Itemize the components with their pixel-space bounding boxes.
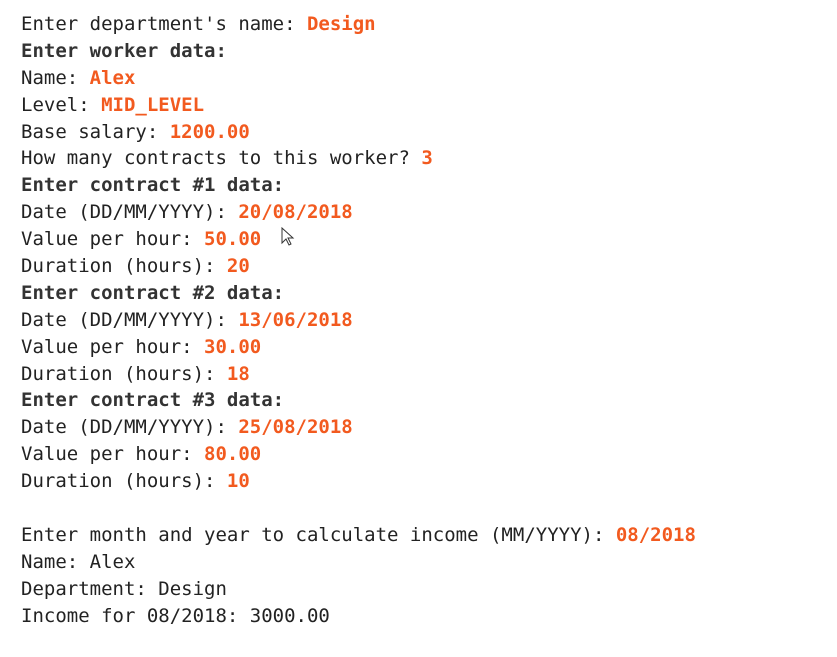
console-user-input: 10 — [226, 470, 250, 493]
console-prompt: Date (DD/MM/YYYY): — [21, 308, 239, 331]
console-prompt: Enter contract #3 data: — [21, 389, 285, 412]
console-user-input: 13/06/2018 — [238, 308, 353, 331]
console-prompt: Department: Design — [21, 577, 227, 600]
console-output: Enter department's name: Design Enter wor… — [21, 11, 696, 629]
console-prompt: Date (DD/MM/YYYY): — [21, 416, 239, 439]
console-prompt: Date (DD/MM/YYYY): — [21, 201, 239, 224]
console-prompt: Enter contract #2 data: — [21, 281, 285, 304]
console-line: Duration (hours): 10 — [21, 468, 696, 495]
console-line: Duration (hours): 20 — [21, 253, 696, 280]
console-prompt: Income for 08/2018: 3000.00 — [21, 604, 330, 627]
console-line: Enter contract #1 data: — [21, 172, 696, 199]
console-line: Value per hour: 30.00 — [21, 334, 696, 361]
console-line: Level: MID_LEVEL — [21, 92, 696, 119]
console-prompt: Level: — [21, 93, 102, 116]
console-user-input: MID_LEVEL — [101, 93, 205, 116]
console-line: Department: Design — [21, 576, 696, 603]
console-line: Enter department's name: Design — [21, 11, 696, 38]
console-user-input: 3 — [421, 147, 433, 170]
console-user-input: 80.00 — [204, 443, 262, 466]
console-line: Duration (hours): 18 — [21, 361, 696, 388]
console-user-input: 25/08/2018 — [238, 416, 353, 439]
console-line: Date (DD/MM/YYYY): 13/06/2018 — [21, 307, 696, 334]
console-prompt: Name: Alex — [21, 550, 136, 573]
console-prompt: Enter worker data: — [21, 39, 227, 62]
console-line: Enter contract #3 data: — [21, 387, 696, 414]
console-line: Name: Alex — [21, 549, 696, 576]
console-line: Value per hour: 80.00 — [21, 441, 696, 468]
console-user-input: 08/2018 — [615, 523, 696, 546]
console-user-input: 20/08/2018 — [238, 201, 353, 224]
console-user-input: Alex — [89, 66, 136, 89]
console-prompt: Value per hour: — [21, 228, 205, 251]
console-line: Enter contract #2 data: — [21, 280, 696, 307]
console-prompt: Duration (hours): — [21, 470, 227, 493]
console-user-input: 50.00 — [204, 228, 262, 251]
console-prompt: Name: — [21, 66, 90, 89]
console-prompt: Base salary: — [21, 120, 170, 143]
console-line: Enter month and year to calculate income… — [21, 522, 696, 549]
console-prompt: Duration (hours): — [21, 255, 227, 278]
console-line: Enter worker data: — [21, 38, 696, 65]
console-line: How many contracts to this worker? 3 — [21, 145, 696, 172]
console-prompt: Enter month and year to calculate income… — [21, 523, 616, 546]
console-line: Base salary: 1200.00 — [21, 119, 696, 146]
mouse-pointer-icon — [281, 227, 295, 246]
console-prompt: Enter contract #1 data: — [21, 174, 285, 197]
console-line: Name: Alex — [21, 65, 696, 92]
console-user-input: 1200.00 — [169, 120, 250, 143]
console-prompt: Duration (hours): — [21, 362, 227, 385]
console-line: Income for 08/2018: 3000.00 — [21, 603, 696, 630]
console-prompt: How many contracts to this worker? — [21, 147, 422, 170]
console-line: Value per hour: 50.00 — [21, 226, 696, 253]
console-user-input: 20 — [226, 255, 250, 278]
console-line: Date (DD/MM/YYYY): 25/08/2018 — [21, 414, 696, 441]
console-prompt: Value per hour: — [21, 443, 205, 466]
console-user-input: 18 — [226, 362, 250, 385]
console-prompt: Value per hour: — [21, 335, 205, 358]
console-user-input: 30.00 — [204, 335, 262, 358]
console-user-input: Design — [306, 13, 376, 35]
console-line: Date (DD/MM/YYYY): 20/08/2018 — [21, 199, 696, 226]
console-prompt: Enter department's name: — [21, 13, 307, 35]
